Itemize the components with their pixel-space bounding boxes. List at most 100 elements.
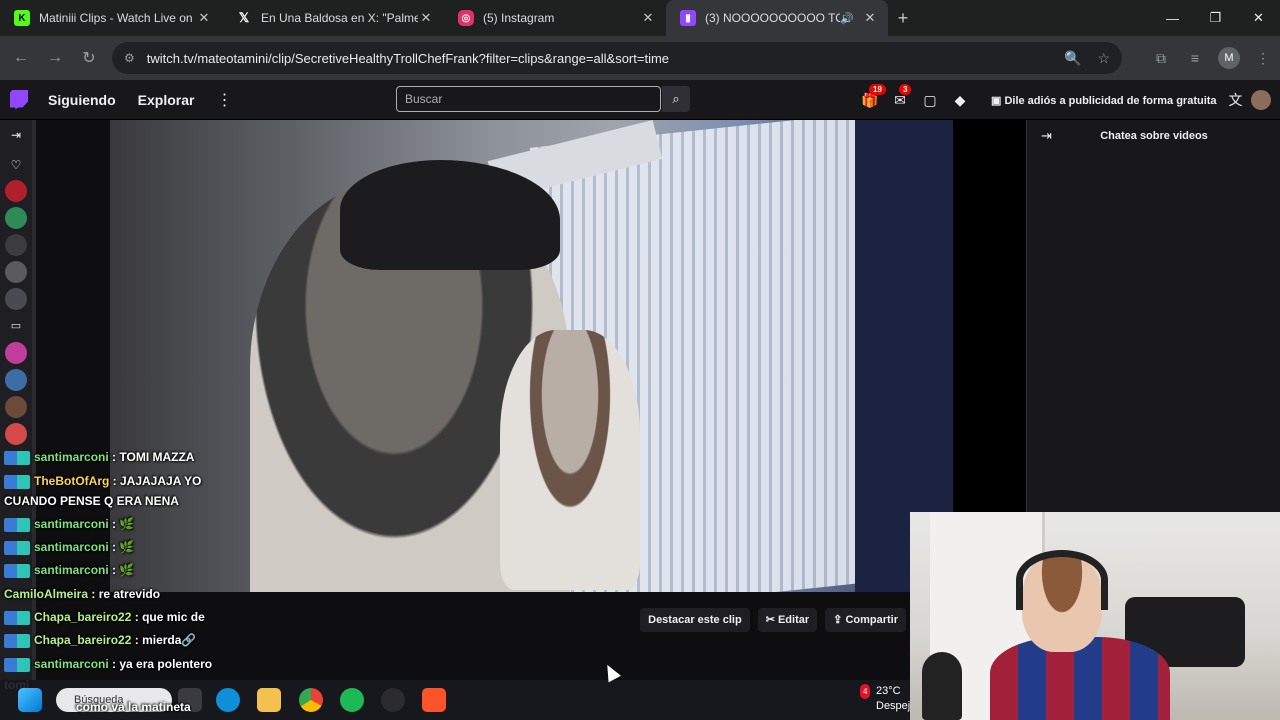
tab-title: (5) Instagram — [483, 11, 555, 25]
close-tab-icon[interactable]: ✕ — [196, 10, 212, 26]
channel-avatar[interactable] — [5, 423, 27, 445]
tab-title: (3) NOOOOOOOOOO TOM — [705, 11, 841, 25]
nav-following[interactable]: Siguiendo — [48, 92, 116, 108]
obs-icon[interactable] — [381, 688, 405, 712]
chat-badge-icon — [4, 633, 30, 648]
url-text[interactable]: twitch.tv/mateotamini/clip/SecretiveHeal… — [147, 51, 1048, 66]
inbox-icon[interactable]: ✉ 3 — [885, 83, 915, 109]
ad-free-label: Dile adiós a publicidad de forma gratuit… — [1004, 94, 1217, 107]
speaker-icon[interactable]: 🔊 — [840, 12, 854, 25]
whispers-icon[interactable]: ▢ — [915, 92, 945, 109]
user-avatar[interactable] — [1250, 90, 1271, 110]
address-bar[interactable]: ⚙ twitch.tv/mateotamini/clip/SecretiveHe… — [112, 42, 1122, 74]
chat-line: santimarconi : 🌿 — [4, 517, 134, 532]
twitch-top-nav: Siguiendo Explorar ⋮ Buscar ⌕ 🎁 19 ✉ 3 ▢ ◆… — [0, 80, 1280, 120]
chat-badge-icon — [4, 563, 30, 578]
channel-avatar[interactable] — [5, 396, 27, 418]
browser-toolbar: ← → ↻ ⚙ twitch.tv/mateotamini/clip/Secre… — [0, 36, 1280, 80]
tab-kick[interactable]: K Matiniii Clips - Watch Live on K ✕ — [0, 0, 222, 36]
tab-instagram[interactable]: ◎ (5) Instagram ✕ — [444, 0, 666, 36]
webcam-overlay — [910, 512, 1280, 720]
clip-actions: Destacar este clip ✂ Editar ⇪ Compartir — [632, 608, 906, 632]
search-icon[interactable]: ⌕ — [662, 86, 690, 112]
restore-icon[interactable]: ❐ — [1194, 0, 1237, 36]
headset — [1016, 550, 1108, 610]
chat-badge-icon — [4, 474, 30, 489]
profile-avatar[interactable]: M — [1218, 47, 1240, 69]
bookmark-star-icon[interactable]: ☆ — [1097, 50, 1110, 67]
channel-avatar[interactable] — [5, 261, 27, 283]
channel-avatar[interactable] — [5, 207, 27, 229]
chat-line: santimarconi : 🌿 — [4, 563, 134, 578]
file-explorer-icon[interactable] — [257, 688, 281, 712]
highlight-clip-button[interactable]: Destacar este clip — [640, 608, 750, 632]
child-figure — [500, 330, 640, 590]
chat-badge-icon — [4, 657, 30, 672]
more-icon[interactable]: ⋮ — [216, 90, 232, 110]
edit-button[interactable]: ✂ Editar — [757, 608, 818, 632]
site-info-icon[interactable]: ⚙ — [124, 51, 135, 65]
weather-widget[interactable]: 4 23°C Despej — [848, 684, 910, 714]
chat-line: Chapa_bareiro22 : mierda🔗 — [4, 633, 196, 648]
chat-line: CamiloAlmeira : re atrevido — [4, 587, 161, 601]
tab-x[interactable]: 𝕏 En Una Baldosa en X: "Palmeira ✕ — [222, 0, 444, 36]
inbox-badge: 3 — [899, 83, 912, 95]
twitch-logo-icon[interactable] — [10, 89, 28, 110]
media-controls-icon[interactable]: ≡ — [1178, 50, 1212, 66]
chat-line: santimarconi : ya era polentero — [4, 657, 212, 672]
channel-avatar[interactable] — [5, 288, 27, 310]
minimize-icon[interactable]: — — [1151, 0, 1194, 36]
chat-line: Chapa_bareiro22 : que mic de — [4, 610, 205, 625]
back-icon[interactable]: ← — [4, 49, 38, 67]
new-tab-icon[interactable]: + — [888, 8, 918, 29]
search-input[interactable]: Buscar — [396, 86, 661, 112]
chat-line: CUANDO PENSE Q ERA NENA — [4, 494, 179, 508]
close-tab-icon[interactable]: ✕ — [862, 10, 878, 26]
nav-right: 🎁 19 ✉ 3 ▢ ◆ ▣ Dile adiós a publicidad de … — [855, 80, 1271, 120]
twitch-favicon-icon: ▮ — [680, 10, 696, 26]
channel-avatar[interactable] — [5, 369, 27, 391]
windows-start-icon[interactable] — [18, 688, 42, 712]
share-button[interactable]: ⇪ Compartir — [825, 608, 906, 632]
window-controls: — ❐ ✕ — [1151, 0, 1280, 36]
chat-line: como va la matineta — [76, 700, 191, 714]
expand-sidebar-icon[interactable]: ⇥ — [0, 120, 32, 150]
microphone — [922, 652, 962, 720]
weather-desc: Despej — [876, 700, 911, 712]
edge-icon[interactable] — [216, 688, 240, 712]
bits-icon[interactable]: ◆ — [945, 92, 975, 109]
tab-twitch[interactable]: ▮ (3) NOOOOOOOOOO TOM 🔊 ✕ — [666, 0, 888, 36]
x-favicon-icon: 𝕏 — [238, 10, 250, 25]
chrome-icon[interactable] — [299, 688, 323, 712]
translate-icon[interactable]: 文 — [1229, 90, 1243, 110]
chat-panel-title: Chatea sobre videos — [1100, 130, 1208, 142]
extensions-icon[interactable]: ⧉ — [1144, 50, 1178, 67]
close-window-icon[interactable]: ✕ — [1237, 0, 1280, 36]
chat-badge-icon — [4, 517, 30, 532]
clip-chat-panel: ⇥ Chatea sobre videos — [1026, 120, 1280, 512]
channel-avatar[interactable] — [5, 234, 27, 256]
chat-line: santimarconi : TOMI MAZZA — [4, 450, 194, 465]
chat-badge-icon — [4, 450, 30, 465]
browser-menu-icon[interactable]: ⋮ — [1246, 50, 1280, 67]
close-tab-icon[interactable]: ✕ — [418, 10, 434, 26]
chat-line: santimarconi : 🌿 — [4, 540, 134, 555]
ad-free-link[interactable]: ▣ Dile adiós a publicidad de forma gratu… — [991, 94, 1217, 107]
zoom-icon[interactable]: 🔍 — [1064, 50, 1081, 67]
reload-icon[interactable]: ↻ — [72, 48, 106, 68]
weather-temp: 23°C — [876, 685, 901, 697]
channel-avatar[interactable] — [5, 342, 27, 364]
windows-taskbar: Búsqueda 4 23°C Despej como va la matine… — [0, 680, 910, 720]
kick-favicon-icon: K — [14, 10, 30, 26]
video-icon[interactable]: ▭ — [5, 315, 27, 337]
brave-icon[interactable] — [422, 688, 446, 712]
chat-badge-icon — [4, 540, 30, 555]
close-tab-icon[interactable]: ✕ — [640, 10, 656, 26]
channel-avatar[interactable] — [5, 180, 27, 202]
spotify-icon[interactable] — [340, 688, 364, 712]
clip-video-player[interactable] — [110, 120, 953, 592]
forward-icon[interactable]: → — [38, 49, 72, 67]
prime-loot-icon[interactable]: 🎁 19 — [855, 83, 886, 109]
nav-browse[interactable]: Explorar — [138, 92, 195, 108]
notification-badge: 19 — [869, 83, 886, 95]
